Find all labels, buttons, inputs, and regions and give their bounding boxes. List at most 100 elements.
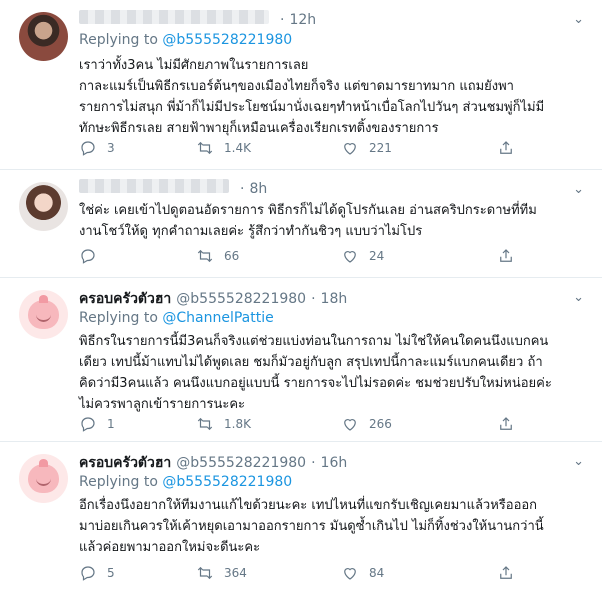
replying-to: Replying to @ChannelPattie [79, 310, 274, 326]
tweet-text-line: มาบ่อยเกินควรให้เค้าหยุดเอามาออกรายการ ม… [79, 519, 544, 534]
author-name-blurred[interactable] [79, 179, 229, 193]
tweet-time[interactable]: 18h [321, 291, 348, 307]
author-name-blurred[interactable] [79, 10, 269, 24]
avatar[interactable] [19, 290, 68, 339]
share-icon [500, 141, 512, 154]
replying-to-handle[interactable]: @ChannelPattie [162, 310, 273, 326]
replying-to-handle[interactable]: @b555528221980 [162, 474, 292, 490]
like-count: 24 [369, 249, 385, 263]
heart-icon [344, 568, 356, 580]
tweet[interactable]: · 8h ⌄ ใช่ค่ะ เคยเข้าไปดูตอนอัดรายการ พิ… [0, 170, 602, 278]
share-button[interactable] [497, 139, 525, 157]
reply-icon [81, 141, 95, 156]
tweet-text-line: คิดว่ามี3คนแล้ว คนนึงแบกอยู่แบบนี้ รายกา… [79, 376, 552, 391]
tweet[interactable]: · 12h ⌄ Replying to @b555528221980 เราว่… [0, 0, 602, 170]
tweet-actions: 3 1.4K 221 [79, 139, 539, 159]
author-display-name[interactable]: ครอบครัวตัวฮา [79, 452, 171, 474]
tweet-text-line: กาละแมร์เป็นพิธีกรเบอร์ต้นๆของเมืองไทยก็… [79, 79, 514, 94]
share-button[interactable] [497, 247, 525, 265]
chevron-down-icon[interactable]: ⌄ [573, 182, 584, 197]
replying-to: Replying to @b555528221980 [79, 32, 292, 48]
heart-icon [344, 143, 356, 155]
tweet-text-line: อีกเรื่องนึงอยากให้ทีมงานแก้ไขด้วยนะคะ เ… [79, 498, 538, 513]
avatar[interactable] [19, 182, 68, 231]
reply-count: 3 [107, 141, 115, 155]
reply-button[interactable]: 5 [79, 564, 115, 582]
share-icon [500, 249, 512, 262]
retweet-icon [197, 249, 213, 263]
reply-button[interactable]: 1 [79, 415, 115, 433]
heart-icon [344, 251, 356, 263]
separator-dot: · [311, 291, 316, 307]
chevron-down-icon[interactable]: ⌄ [573, 290, 584, 305]
tweet-text: เราว่าทั้ง3คน ไม่มีศักยภาพในรายการเลย กา… [79, 55, 584, 139]
tweet-header: · 8h [79, 179, 267, 197]
author-handle[interactable]: @b555528221980 [176, 291, 306, 307]
tweet-text-line: พิธีกรในรายการนี้มี3คนก็จริงแต่ช่วยแบ่งท… [79, 334, 549, 349]
reply-button[interactable]: 3 [79, 139, 115, 157]
author-display-name[interactable]: ครอบครัวตัวฮา [79, 288, 171, 310]
retweet-button[interactable]: 364 [196, 564, 247, 582]
tweet-time[interactable]: 16h [321, 455, 348, 471]
replying-to-label: Replying to [79, 310, 158, 326]
retweet-button[interactable]: 66 [196, 247, 239, 265]
heart-icon [344, 419, 356, 431]
reply-button[interactable] [79, 247, 107, 265]
tweet[interactable]: ครอบครัวตัวฮา @b555528221980 · 18h ⌄ Rep… [0, 278, 602, 442]
chevron-down-icon[interactable]: ⌄ [573, 12, 584, 27]
separator-dot: · [280, 12, 285, 28]
share-icon [500, 417, 512, 430]
share-button[interactable] [497, 564, 525, 582]
tweet-actions: 66 24 [79, 247, 539, 267]
avatar[interactable] [19, 12, 68, 61]
reply-icon [81, 566, 95, 581]
tweet[interactable]: ครอบครัวตัวฮา @b555528221980 · 16h ⌄ Rep… [0, 442, 602, 593]
share-icon [500, 566, 512, 579]
replying-to-handle[interactable]: @b555528221980 [162, 32, 292, 48]
tweet-header: · 12h [79, 10, 316, 28]
tweet-text: ใช่ค่ะ เคยเข้าไปดูตอนอัดรายการ พิธีกรก็ไ… [79, 200, 584, 242]
author-handle[interactable]: @b555528221980 [176, 455, 306, 471]
like-button[interactable]: 266 [341, 415, 392, 433]
tweet-time[interactable]: 12h [289, 12, 316, 28]
like-button[interactable]: 84 [341, 564, 384, 582]
tweet-text-line: เราว่าทั้ง3คน ไม่มีศักยภาพในรายการเลย [79, 58, 309, 73]
tweet-text-line: งานโชว์ให้ดู ทุกคำถามเลยค่ะ รู้สึกว่าทำก… [79, 224, 423, 239]
tweet-header: ครอบครัวตัวฮา @b555528221980 · 16h [79, 452, 347, 474]
tweet-text: อีกเรื่องนึงอยากให้ทีมงานแก้ไขด้วยนะคะ เ… [79, 495, 584, 558]
like-count: 221 [369, 141, 392, 155]
tweet-text-line: ทักษะพิธีกรเลย สายฟ้าพายุก็เหมือนเครื่อง… [79, 121, 439, 136]
retweet-button[interactable]: 1.4K [196, 139, 251, 157]
chevron-down-icon[interactable]: ⌄ [573, 454, 584, 469]
tweet-time[interactable]: 8h [249, 181, 267, 197]
tweet-text-line: แล้วค่อยพามาออกใหม่จะดีนะคะ [79, 540, 261, 555]
reply-count: 5 [107, 566, 115, 580]
reply-count: 1 [107, 417, 115, 431]
avatar[interactable] [19, 454, 68, 503]
retweet-button[interactable]: 1.8K [196, 415, 251, 433]
retweet-count: 1.8K [224, 417, 251, 431]
retweet-icon [197, 566, 213, 580]
like-count: 84 [369, 566, 385, 580]
like-button[interactable]: 24 [341, 247, 384, 265]
tweet-header: ครอบครัวตัวฮา @b555528221980 · 18h [79, 288, 347, 310]
replying-to: Replying to @b555528221980 [79, 474, 292, 490]
retweet-count: 1.4K [224, 141, 251, 155]
separator-dot: · [240, 181, 245, 197]
tweet-thread: · 12h ⌄ Replying to @b555528221980 เราว่… [0, 0, 602, 593]
tweet-actions: 5 364 84 [79, 564, 539, 584]
reply-icon [81, 417, 95, 432]
reply-icon [81, 249, 95, 264]
tweet-text-line: ไม่ควรพาลูกเข้ารายการนะคะ [79, 397, 246, 412]
retweet-icon [197, 417, 213, 431]
replying-to-label: Replying to [79, 32, 158, 48]
retweet-count: 66 [224, 249, 240, 263]
tweet-actions: 1 1.8K 266 [79, 415, 539, 435]
tweet-text-line: รายการไม่สนุก พี่ม้าก็ไม่มีประโยชน์มานั่… [79, 100, 545, 115]
replying-to-label: Replying to [79, 474, 158, 490]
tweet-text-line: เดียว เทปนี้ม้าแทบไม่ได้พูดเลย ชมก็มัวอย… [79, 355, 543, 370]
separator-dot: · [311, 455, 316, 471]
like-button[interactable]: 221 [341, 139, 392, 157]
tweet-text-line: ใช่ค่ะ เคยเข้าไปดูตอนอัดรายการ พิธีกรก็ไ… [79, 203, 537, 218]
share-button[interactable] [497, 415, 525, 433]
